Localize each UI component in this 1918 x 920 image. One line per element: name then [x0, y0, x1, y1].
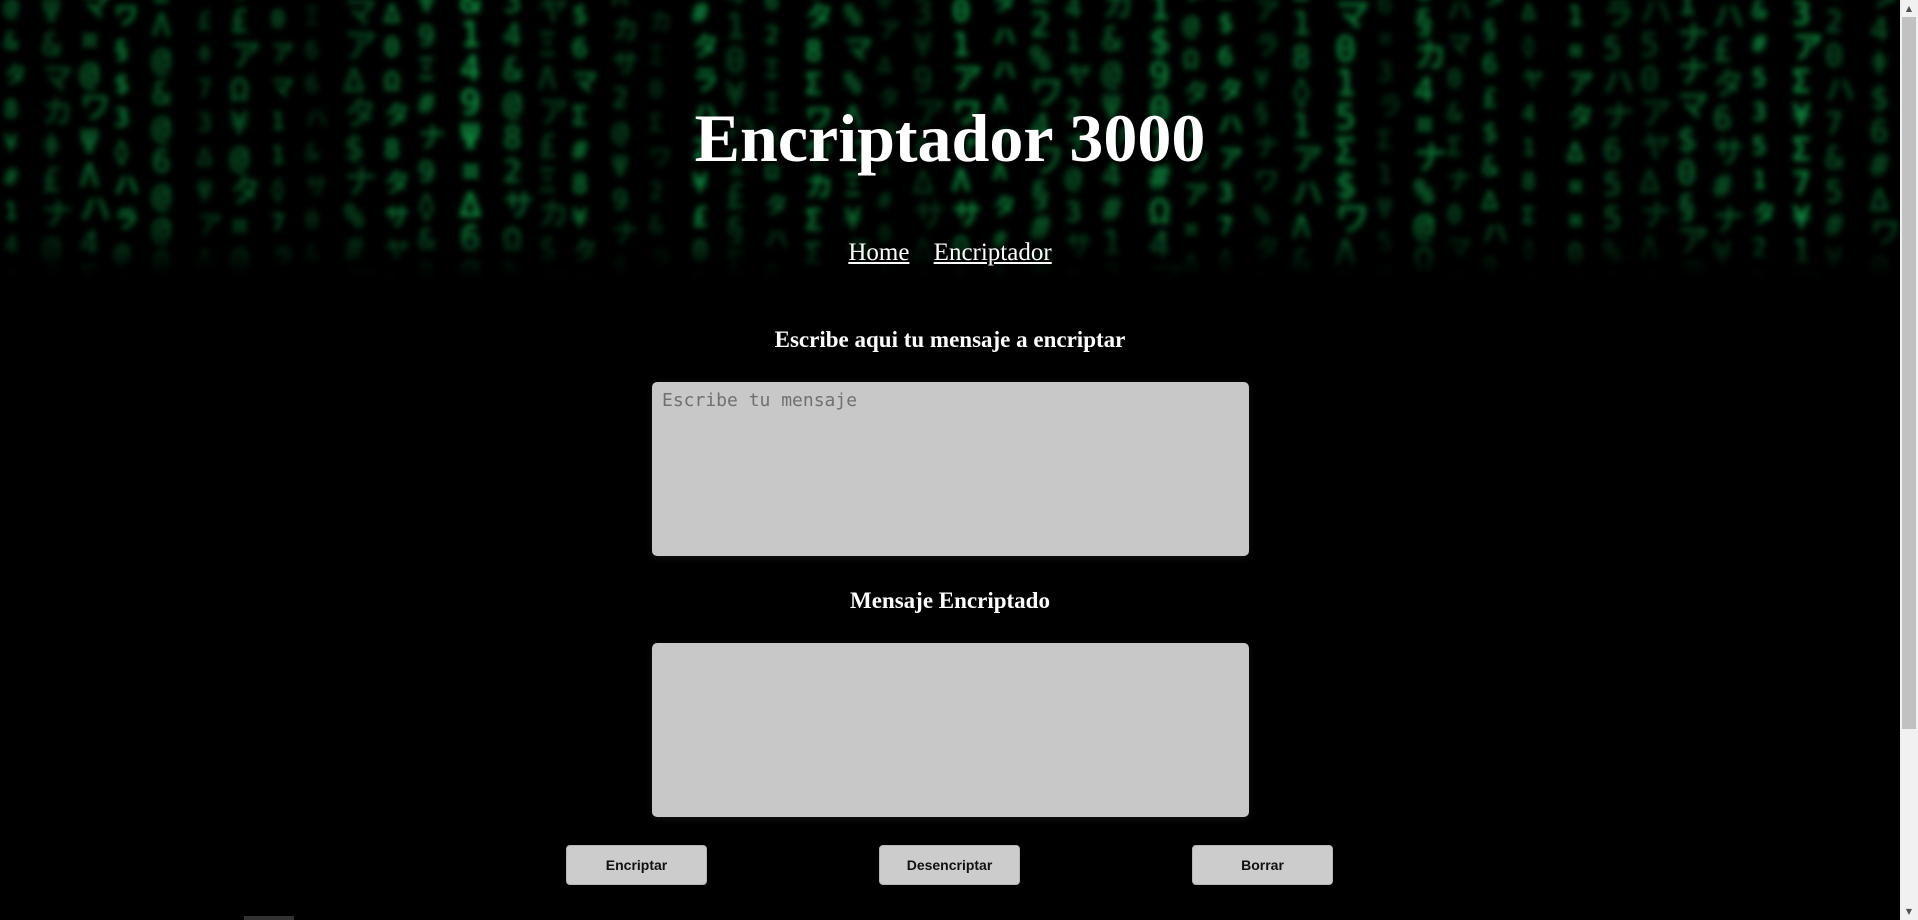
output-heading: Mensaje Encriptado — [850, 588, 1050, 613]
clear-button[interactable]: Borrar — [1192, 845, 1333, 885]
input-heading: Escribe aqui tu mensaje a encriptar — [774, 327, 1126, 352]
nav-link-home[interactable]: Home — [848, 239, 909, 266]
main-nav: Home Encriptador — [0, 238, 1900, 268]
footer-edge — [244, 916, 294, 920]
site-header: @ & タ 8 ¥ # 1 4 ◊ サ Ψ & マ カ ǂ £ ナ @ £ ヤ … — [0, 0, 1900, 280]
encrypted-output[interactable] — [652, 643, 1249, 817]
site-title: Encriptador 3000 — [694, 100, 1206, 176]
message-input[interactable] — [652, 382, 1249, 556]
triangle-down-icon[interactable]: ▼ — [1900, 903, 1918, 920]
nav-link-encriptador[interactable]: Encriptador — [934, 239, 1052, 266]
scrollbar-thumb[interactable] — [1902, 17, 1916, 729]
encrypt-button[interactable]: Encriptar — [566, 845, 707, 885]
vertical-scrollbar[interactable]: ▲ ▼ — [1900, 0, 1918, 920]
decrypt-button[interactable]: Desencriptar — [879, 845, 1020, 885]
triangle-up-icon[interactable]: ▲ — [1900, 0, 1918, 17]
